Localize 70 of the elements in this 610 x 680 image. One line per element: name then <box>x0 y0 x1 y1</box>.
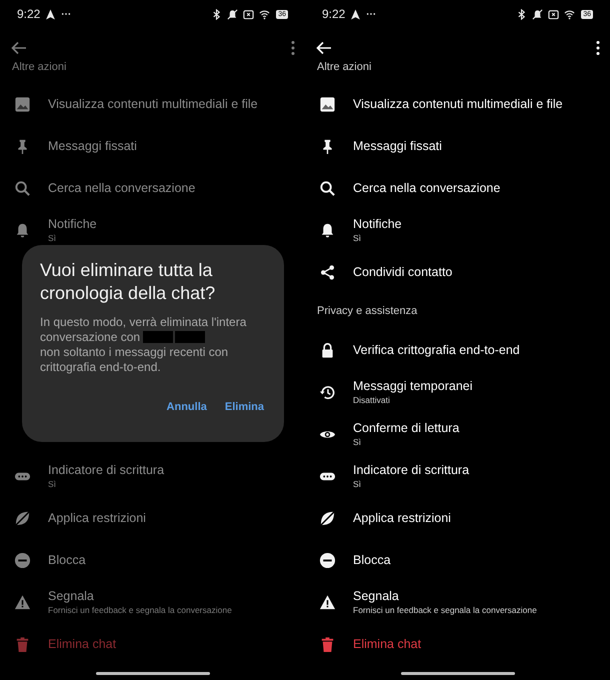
share-icon <box>319 264 336 280</box>
item-subtitle: Sì <box>48 479 58 489</box>
item-subtitle: Fornisci un feedback e segnala la conversazione <box>353 605 537 615</box>
menu-item[interactable]: Notifiche Sì <box>0 209 305 251</box>
menu-item[interactable]: Cerca nella conversazione <box>305 167 610 209</box>
item-subtitle: Sì <box>48 233 58 243</box>
more-vertical-icon <box>596 40 600 56</box>
item-subtitle: Sì <box>353 437 362 447</box>
menu-item[interactable]: Indicatore di scrittura Sì <box>305 455 610 497</box>
status-time: 9:22 <box>322 7 346 21</box>
restrict-icon <box>319 510 336 526</box>
navigation-icon <box>45 8 56 20</box>
menu-item[interactable]: Elimina chat <box>305 623 610 665</box>
trash-icon <box>319 636 336 652</box>
muted-bell-icon <box>227 8 238 20</box>
block-icon <box>14 552 31 568</box>
more-vertical-icon <box>291 40 295 56</box>
back-arrow-icon <box>315 39 333 57</box>
section-header: Altre azioni <box>316 60 372 75</box>
menu-item[interactable]: Messaggi fissati <box>0 125 305 167</box>
dialog-button[interactable]: Annulla <box>164 397 209 417</box>
menu-item[interactable]: Visualizza contenuti multimediali e file <box>305 83 610 125</box>
search-icon <box>319 180 336 196</box>
trash-icon <box>14 636 31 652</box>
sim-icon <box>548 8 560 20</box>
menu-item[interactable]: Messaggi fissati <box>305 125 610 167</box>
image-icon <box>14 96 31 112</box>
history-icon <box>319 384 336 400</box>
bluetooth-icon <box>211 8 222 20</box>
menu-item[interactable]: Condividi contatto <box>305 251 610 293</box>
section-header: Privacy e assistenza <box>316 304 418 319</box>
block-icon <box>319 552 336 568</box>
image-icon <box>319 96 336 112</box>
muted-bell-icon <box>532 8 544 20</box>
warning-icon <box>319 594 336 610</box>
dialog-title: Vuoi eliminare tutta la cronologia della chat? <box>40 259 216 305</box>
sim-icon <box>243 8 254 20</box>
menu-item[interactable]: Segnala Fornisci un feedback e segnala la conversazione <box>305 581 610 623</box>
bluetooth-icon <box>516 8 528 20</box>
menu-item[interactable]: Verifica crittografia end-to-end <box>305 329 610 371</box>
menu-item[interactable]: Notifiche Sì <box>305 209 610 251</box>
search-icon <box>14 180 31 196</box>
dialog-button[interactable]: Elimina <box>222 397 266 417</box>
navigation-icon <box>350 8 362 20</box>
item-subtitle: Sì <box>353 233 362 243</box>
menu-item[interactable]: Blocca <box>0 539 305 581</box>
menu-item[interactable]: Blocca <box>305 539 610 581</box>
menu-item[interactable]: Cerca nella conversazione <box>0 167 305 209</box>
item-subtitle: Disattivati <box>353 395 391 405</box>
section-header: Altre azioni <box>11 60 68 75</box>
menu-item[interactable]: Indicatore di scrittura Sì <box>0 455 305 497</box>
status-time: 9:22 <box>17 7 40 21</box>
bell-icon <box>319 222 336 238</box>
menu-item[interactable]: Applica restrizioni <box>0 497 305 539</box>
warning-icon <box>14 594 31 610</box>
more-notifications-icon <box>61 12 72 16</box>
restrict-icon <box>14 510 31 526</box>
menu-item[interactable]: Messaggi temporanei Disattivati <box>305 371 610 413</box>
item-subtitle: Fornisci un feedback e segnala la conversazione <box>48 605 232 615</box>
menu-item[interactable]: Conferme di lettura Sì <box>305 413 610 455</box>
dialog-message: In questo modo, verrà eliminata l'intera conversazione con non soltanto i messaggi recenti con crittografia end-to-end. <box>40 315 248 375</box>
menu-item[interactable]: Applica restrizioni <box>305 497 610 539</box>
wifi-icon <box>564 8 576 20</box>
back-arrow-icon <box>10 39 28 57</box>
item-subtitle: Sì <box>353 479 362 489</box>
wifi-icon <box>259 8 270 20</box>
menu-item[interactable]: Visualizza contenuti multimediali e file <box>0 83 305 125</box>
menu-item[interactable]: Segnala Fornisci un feedback e segnala la conversazione <box>0 581 305 623</box>
more-notifications-icon <box>366 12 376 16</box>
bell-icon <box>14 222 31 238</box>
